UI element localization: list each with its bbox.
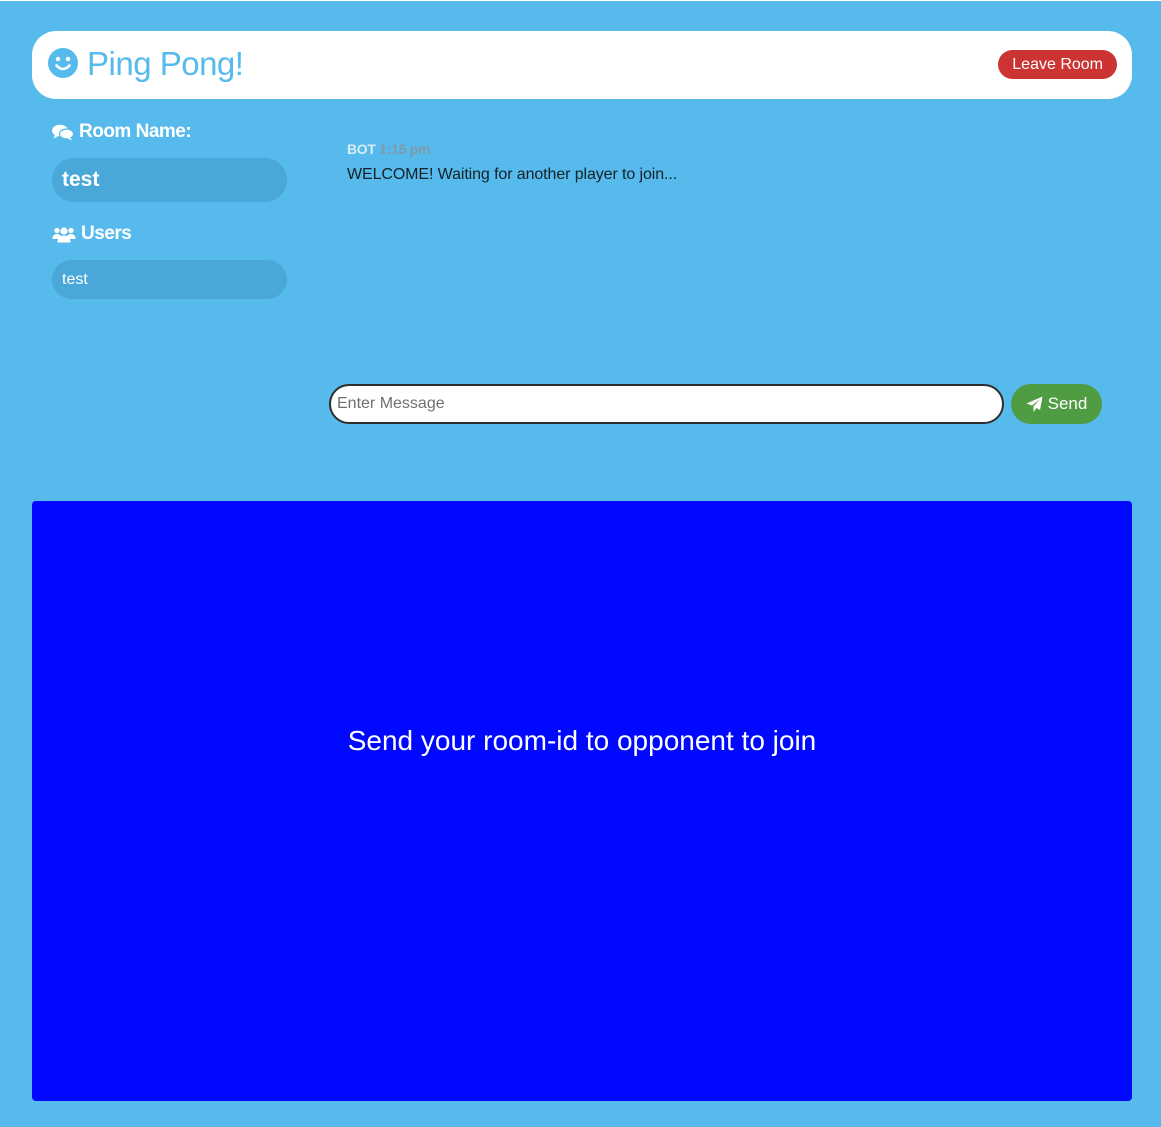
user-list-item: test (52, 260, 287, 299)
send-button[interactable]: Send (1011, 384, 1102, 424)
send-button-label: Send (1047, 394, 1088, 413)
chat-message: BOT 1:15 pm WELCOME! Waiting for another… (347, 140, 677, 185)
smiley-face-icon (48, 48, 78, 78)
users-icon (52, 226, 76, 242)
message-text: WELCOME! Waiting for another player to j… (347, 166, 678, 183)
room-name-heading-label: Room Name: (79, 121, 192, 142)
game-status-message: Send your room-id to opponent to join (347, 725, 817, 756)
comments-icon (52, 124, 74, 140)
users-heading-label: Users (81, 223, 132, 244)
message-username: BOT (347, 141, 376, 157)
users-heading: Users (52, 223, 132, 245)
room-name-heading: Room Name: (52, 121, 192, 143)
app-title: Ping Pong! (87, 45, 244, 82)
message-input[interactable] (329, 384, 1004, 424)
paper-plane-icon (1026, 396, 1043, 412)
message-time: 1:15 pm (379, 141, 431, 157)
header-bar: Ping Pong! Leave Room (32, 31, 1132, 99)
message-meta: BOT 1:15 pm (347, 140, 677, 158)
game-canvas[interactable]: Send your room-id to opponent to join (32, 501, 1132, 1101)
room-name-value: test (52, 158, 287, 202)
leave-room-button[interactable]: Leave Room (998, 50, 1117, 79)
